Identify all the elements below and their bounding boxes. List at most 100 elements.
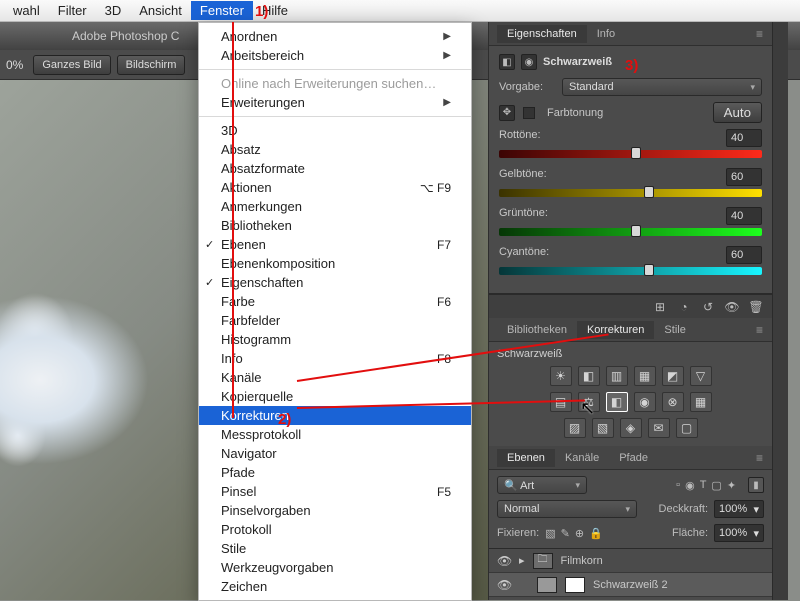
adjustment-icon[interactable]: ▥ bbox=[606, 366, 628, 386]
scrubby-icon[interactable]: ✥ bbox=[499, 105, 515, 121]
layer-filter-icon[interactable]: ▢ bbox=[711, 479, 721, 492]
menu-item-navigator[interactable]: Navigator bbox=[199, 444, 471, 463]
slider-track[interactable] bbox=[499, 150, 762, 158]
menu-item-erweiterungen[interactable]: Erweiterungen▶ bbox=[199, 93, 471, 112]
panel-menu-icon[interactable]: ≡ bbox=[756, 27, 764, 41]
opacity-value[interactable]: 100% ▾ bbox=[714, 500, 764, 518]
toning-checkbox[interactable] bbox=[523, 107, 535, 119]
adjustment-icon[interactable]: ⚖ bbox=[578, 392, 600, 412]
menu-item-pinsel[interactable]: PinselF5 bbox=[199, 482, 471, 501]
properties-footer-icon[interactable]: 👁 bbox=[724, 299, 740, 315]
adjustment-icon[interactable]: ▨ bbox=[564, 418, 586, 438]
properties-footer-icon[interactable]: 🗑 bbox=[748, 299, 764, 315]
layer-filter-toggle[interactable]: ▮ bbox=[748, 477, 764, 493]
adjustment-icon[interactable]: ◧ bbox=[606, 392, 628, 412]
menu-item-absatz[interactable]: Absatz bbox=[199, 140, 471, 159]
auto-button[interactable]: Auto bbox=[713, 102, 762, 123]
panel-scrollbar[interactable] bbox=[772, 22, 788, 600]
slider-value[interactable]: 40 bbox=[726, 129, 762, 147]
lock-icon[interactable]: ✎ bbox=[561, 527, 570, 540]
menu-item-kan-le[interactable]: Kanäle bbox=[199, 368, 471, 387]
menubar-item-wahl[interactable]: wahl bbox=[4, 1, 49, 20]
menu-item-stile[interactable]: Stile bbox=[199, 539, 471, 558]
menu-item-arbeitsbereich[interactable]: Arbeitsbereich▶ bbox=[199, 46, 471, 65]
menu-item-zeichen[interactable]: Zeichen bbox=[199, 577, 471, 596]
blend-mode-select[interactable]: Normal▾ bbox=[497, 500, 637, 518]
menu-item-anmerkungen[interactable]: Anmerkungen bbox=[199, 197, 471, 216]
adjustment-icon[interactable]: ▢ bbox=[676, 418, 698, 438]
slider-thumb[interactable] bbox=[631, 225, 641, 237]
panel-menu-icon[interactable]: ≡ bbox=[756, 451, 764, 465]
slider-value[interactable]: 60 bbox=[726, 246, 762, 264]
menu-item-farbe[interactable]: FarbeF6 bbox=[199, 292, 471, 311]
lock-icon[interactable]: 🔒 bbox=[589, 527, 603, 540]
menu-item-kopierquelle[interactable]: Kopierquelle bbox=[199, 387, 471, 406]
adjustment-icon[interactable]: ◉ bbox=[634, 392, 656, 412]
menubar-item-3d[interactable]: 3D bbox=[96, 1, 131, 20]
visibility-icon[interactable]: 👁 bbox=[497, 554, 511, 568]
adjustment-icon[interactable]: ◩ bbox=[662, 366, 684, 386]
adjustment-icon[interactable]: ✉ bbox=[648, 418, 670, 438]
fit-screen-button[interactable]: Bildschirm bbox=[117, 55, 186, 75]
adjustment-icon[interactable]: ◧ bbox=[578, 366, 600, 386]
menu-item-info[interactable]: InfoF8 bbox=[199, 349, 471, 368]
tab-eigenschaften[interactable]: Eigenschaften bbox=[497, 25, 587, 43]
menu-item-anordnen[interactable]: Anordnen▶ bbox=[199, 27, 471, 46]
menu-item-messprotokoll[interactable]: Messprotokoll bbox=[199, 425, 471, 444]
menu-item-aktionen[interactable]: Aktionen⌥ F9 bbox=[199, 178, 471, 197]
menu-item-3d[interactable]: 3D bbox=[199, 121, 471, 140]
menubar-item-filter[interactable]: Filter bbox=[49, 1, 96, 20]
menu-item-pfade[interactable]: Pfade bbox=[199, 463, 471, 482]
adjustment-icon[interactable]: ◈ bbox=[620, 418, 642, 438]
tab-korrekturen[interactable]: Korrekturen bbox=[577, 321, 654, 339]
adjustment-icon[interactable]: ▦ bbox=[634, 366, 656, 386]
menu-item-werkzeugvorgaben[interactable]: Werkzeugvorgaben bbox=[199, 558, 471, 577]
fit-whole-button[interactable]: Ganzes Bild bbox=[33, 55, 110, 75]
menu-item-ebenen[interactable]: ✓EbenenF7 bbox=[199, 235, 471, 254]
slider-track[interactable] bbox=[499, 267, 762, 275]
menubar-item-hilfe[interactable]: Hilfe bbox=[253, 1, 297, 20]
layer-row[interactable]: 👁Schwarzweiß 2 bbox=[489, 573, 772, 597]
tab-bibliotheken[interactable]: Bibliotheken bbox=[497, 321, 577, 339]
properties-footer-icon[interactable]: ↺ bbox=[700, 299, 716, 315]
visibility-icon[interactable]: 👁 bbox=[497, 578, 511, 592]
adjustment-icon[interactable]: ▽ bbox=[690, 366, 712, 386]
menu-item-farbfelder[interactable]: Farbfelder bbox=[199, 311, 471, 330]
layer-filter-icon[interactable]: ▫ bbox=[676, 479, 680, 492]
layer-filter-icon[interactable]: ◉ bbox=[685, 479, 695, 492]
lock-icon[interactable]: ⊕ bbox=[575, 527, 584, 540]
fill-value[interactable]: 100% ▾ bbox=[714, 524, 764, 542]
tab-kanaele[interactable]: Kanäle bbox=[555, 449, 609, 467]
menu-item-pinselvorgaben[interactable]: Pinselvorgaben bbox=[199, 501, 471, 520]
adjustment-icon[interactable]: ⊗ bbox=[662, 392, 684, 412]
tab-pfade[interactable]: Pfade bbox=[609, 449, 658, 467]
layer-filter-select[interactable]: 🔍 Art▾ bbox=[497, 476, 587, 494]
preset-select[interactable]: Standard▾ bbox=[562, 78, 762, 96]
slider-track[interactable] bbox=[499, 228, 762, 236]
menu-item-korrekturen[interactable]: Korrekturen bbox=[199, 406, 471, 425]
menu-item-bibliotheken[interactable]: Bibliotheken bbox=[199, 216, 471, 235]
slider-track[interactable] bbox=[499, 189, 762, 197]
tab-ebenen[interactable]: Ebenen bbox=[497, 449, 555, 467]
slider-thumb[interactable] bbox=[631, 147, 641, 159]
slider-value[interactable]: 60 bbox=[726, 168, 762, 186]
adjustment-icon[interactable]: ☀ bbox=[550, 366, 572, 386]
menu-item-protokoll[interactable]: Protokoll bbox=[199, 520, 471, 539]
menu-item-ebenenkomposition[interactable]: Ebenenkomposition bbox=[199, 254, 471, 273]
layer-filter-icon[interactable]: ✦ bbox=[727, 479, 736, 492]
adjustment-icon[interactable]: ▦ bbox=[690, 392, 712, 412]
panel-menu-icon[interactable]: ≡ bbox=[756, 323, 764, 337]
menu-item-eigenschaften[interactable]: ✓Eigenschaften bbox=[199, 273, 471, 292]
properties-footer-icon[interactable]: ◔ bbox=[676, 299, 692, 315]
tab-stile[interactable]: Stile bbox=[654, 321, 695, 339]
adjustment-icon[interactable]: ▧ bbox=[592, 418, 614, 438]
properties-footer-icon[interactable]: ⊞ bbox=[652, 299, 668, 315]
lock-icon[interactable]: ▧ bbox=[545, 527, 555, 540]
slider-thumb[interactable] bbox=[644, 264, 654, 276]
tab-info[interactable]: Info bbox=[587, 25, 625, 43]
slider-thumb[interactable] bbox=[644, 186, 654, 198]
slider-value[interactable]: 40 bbox=[726, 207, 762, 225]
adjustment-icon[interactable]: ▤ bbox=[550, 392, 572, 412]
menubar-item-ansicht[interactable]: Ansicht bbox=[130, 1, 191, 20]
menubar-item-fenster[interactable]: Fenster bbox=[191, 1, 253, 20]
